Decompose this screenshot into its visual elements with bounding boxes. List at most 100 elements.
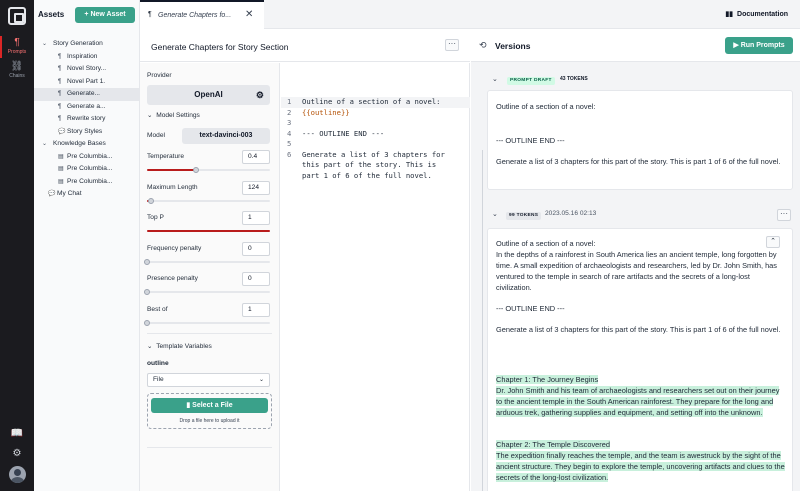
chevron-down-icon[interactable]: ⌄: [492, 210, 498, 218]
draft-card: Outline of a section of a novel: --- OUT…: [487, 90, 793, 190]
line-number: 4: [287, 128, 292, 138]
model-select[interactable]: text-davinci-003: [182, 128, 270, 144]
prompt-icon: ¶: [58, 78, 62, 85]
new-asset-button[interactable]: + New Asset: [75, 7, 135, 23]
chat-icon: 💬: [48, 191, 56, 197]
tree-item[interactable]: ¶ Rewrite story: [34, 113, 140, 126]
slider-handle[interactable]: [193, 167, 200, 173]
code-line[interactable]: part 1 of 6 of the full novel.: [281, 171, 470, 182]
documentation-label: Documentation: [737, 11, 788, 18]
param-input[interactable]: 1: [242, 211, 270, 225]
code-line[interactable]: 5: [281, 139, 470, 150]
version-more-button[interactable]: ···: [777, 209, 791, 221]
param-slider[interactable]: [144, 319, 270, 326]
code-line[interactable]: 2 {{outline}}: [281, 108, 470, 119]
divider: [147, 333, 272, 334]
tab-label: Generate Chapters fo...: [158, 12, 232, 19]
param-slider[interactable]: [144, 258, 270, 265]
chevron-down-icon[interactable]: ⌄: [42, 38, 47, 51]
tree-item[interactable]: ▤ Pre Columbia...: [34, 151, 140, 164]
tree-item-label: Story Generation: [53, 40, 103, 47]
documentation-button[interactable]: ▮▮ Documentation: [725, 10, 788, 18]
settings-gear-icon[interactable]: ⚙: [0, 448, 34, 459]
tree-item[interactable]: ¶ Novel Story...: [34, 63, 140, 76]
run-prompts-label: Run Prompts: [740, 42, 785, 49]
tree-item[interactable]: ▤ Pre Columbia...: [34, 176, 140, 189]
assets-title: Assets: [38, 10, 65, 19]
code-line[interactable]: 4 --- OUTLINE END ---: [281, 129, 470, 140]
param-input[interactable]: 0: [242, 272, 270, 286]
code-line[interactable]: 1 Outline of a section of a novel:: [281, 97, 470, 108]
tree-item[interactable]: ⌄ Story Generation: [34, 38, 140, 51]
param-label: Presence penalty: [147, 275, 198, 282]
tree-item[interactable]: ¶ Generate a...: [34, 101, 140, 114]
line-number: 5: [287, 139, 292, 148]
param-input[interactable]: 0: [242, 241, 270, 256]
param-slider[interactable]: [147, 230, 270, 232]
select-file-button[interactable]: ▮ Select a File: [151, 398, 268, 413]
chevron-down-icon[interactable]: ⌄: [42, 138, 47, 151]
tree-item-label: Pre Columbia...: [67, 152, 113, 160]
settings-panel: Provider OpenAI ⚙ ⌄ Model Settings Model…: [140, 63, 280, 491]
line-number: 6: [287, 149, 292, 159]
chevron-down-icon: ⌄: [147, 112, 153, 119]
param-slider[interactable]: [144, 289, 270, 295]
code-text: this part of the story. This is: [302, 160, 437, 169]
file-dropzone[interactable]: ▮ Select a File Drop a file here to uplo…: [147, 393, 272, 429]
chevron-down-icon: ⌄: [258, 377, 264, 383]
editor-more-button[interactable]: ···: [445, 39, 459, 51]
model-settings-toggle[interactable]: ⌄ Model Settings: [147, 111, 200, 119]
tree-item[interactable]: 💬 Story Styles: [34, 126, 140, 139]
database-icon: ▤: [58, 153, 64, 160]
rail-item-chains[interactable]: ⛓ Chains: [0, 62, 34, 80]
token-badge: 99 TOKENS: [506, 212, 542, 220]
page-title: Generate Chapters for Story Section: [151, 42, 289, 52]
chevron-down-icon[interactable]: ⌄: [492, 75, 498, 83]
param-slider[interactable]: [147, 167, 270, 173]
tab-generate-chapters[interactable]: ¶ Generate Chapters fo... ✕: [140, 0, 264, 29]
gear-icon[interactable]: ⚙: [256, 85, 264, 105]
tree-item[interactable]: ⌄ Knowledge Bases: [34, 138, 140, 151]
variable-type-select[interactable]: File ⌄: [147, 373, 270, 387]
code-line[interactable]: this part of the story. This is: [281, 160, 470, 171]
draft-text: --- OUTLINE END ---: [496, 136, 565, 145]
user-avatar[interactable]: [9, 466, 26, 483]
provider-select[interactable]: OpenAI ⚙: [147, 85, 270, 105]
prompt-icon: ¶: [58, 66, 62, 72]
draft-header[interactable]: ⌄ PROMPT DRAFT 43 TOKENS: [471, 74, 800, 88]
tree-item[interactable]: ¶ Inspiration: [34, 51, 140, 64]
param-slider[interactable]: [147, 197, 270, 204]
param-input[interactable]: 0.4: [242, 150, 270, 164]
tree-item[interactable]: 💬 My Chat: [34, 188, 140, 201]
code-text: --- OUTLINE END ---: [302, 128, 385, 138]
tree-item-label: Pre Columbia...: [67, 165, 113, 172]
prompt-code-editor[interactable]: 1 Outline of a section of a novel: 2 {{outl…: [281, 63, 470, 491]
line-number: 1: [287, 97, 292, 106]
slider-handle[interactable]: [147, 197, 154, 204]
param-label: Temperature: [147, 153, 185, 160]
model-settings-label: Model Settings: [156, 112, 200, 119]
slider-handle[interactable]: [144, 319, 150, 326]
version-header[interactable]: ⌄ 99 TOKENS 2023.05.16 02:13 ···: [471, 209, 800, 223]
slider-handle[interactable]: [144, 258, 150, 265]
versions-title: Versions: [495, 41, 531, 51]
run-prompts-button[interactable]: ▶ Run Prompts: [725, 37, 793, 54]
param-input[interactable]: 124: [242, 180, 270, 195]
slider-handle[interactable]: [144, 289, 150, 295]
tree-item[interactable]: ▤ Pre Columbia...: [34, 163, 140, 176]
divider: [147, 447, 272, 448]
provider-value: OpenAI: [194, 90, 223, 99]
tree-item[interactable]: ¶ Generate...: [34, 88, 140, 101]
app-logo-icon[interactable]: [8, 7, 26, 25]
tree-item-label: Knowledge Bases: [53, 140, 106, 147]
tree-item[interactable]: ¶ Novel Part 1.: [34, 76, 140, 89]
template-variables-toggle[interactable]: ⌄ Template Variables: [147, 342, 212, 350]
param-input[interactable]: 1: [242, 302, 270, 317]
rail-item-prompts[interactable]: ¶ Prompts: [0, 38, 34, 56]
docs-book-icon[interactable]: 📖: [0, 428, 34, 439]
assets-panel: Assets + New Asset ⌄ Story Generation ¶ Ins…: [34, 0, 140, 491]
code-line[interactable]: 6 Generate a list of 3 chapters for: [281, 150, 470, 161]
close-icon[interactable]: ✕: [245, 9, 253, 20]
code-line[interactable]: 3: [281, 118, 470, 129]
template-variables-label: Template Variables: [156, 343, 212, 350]
